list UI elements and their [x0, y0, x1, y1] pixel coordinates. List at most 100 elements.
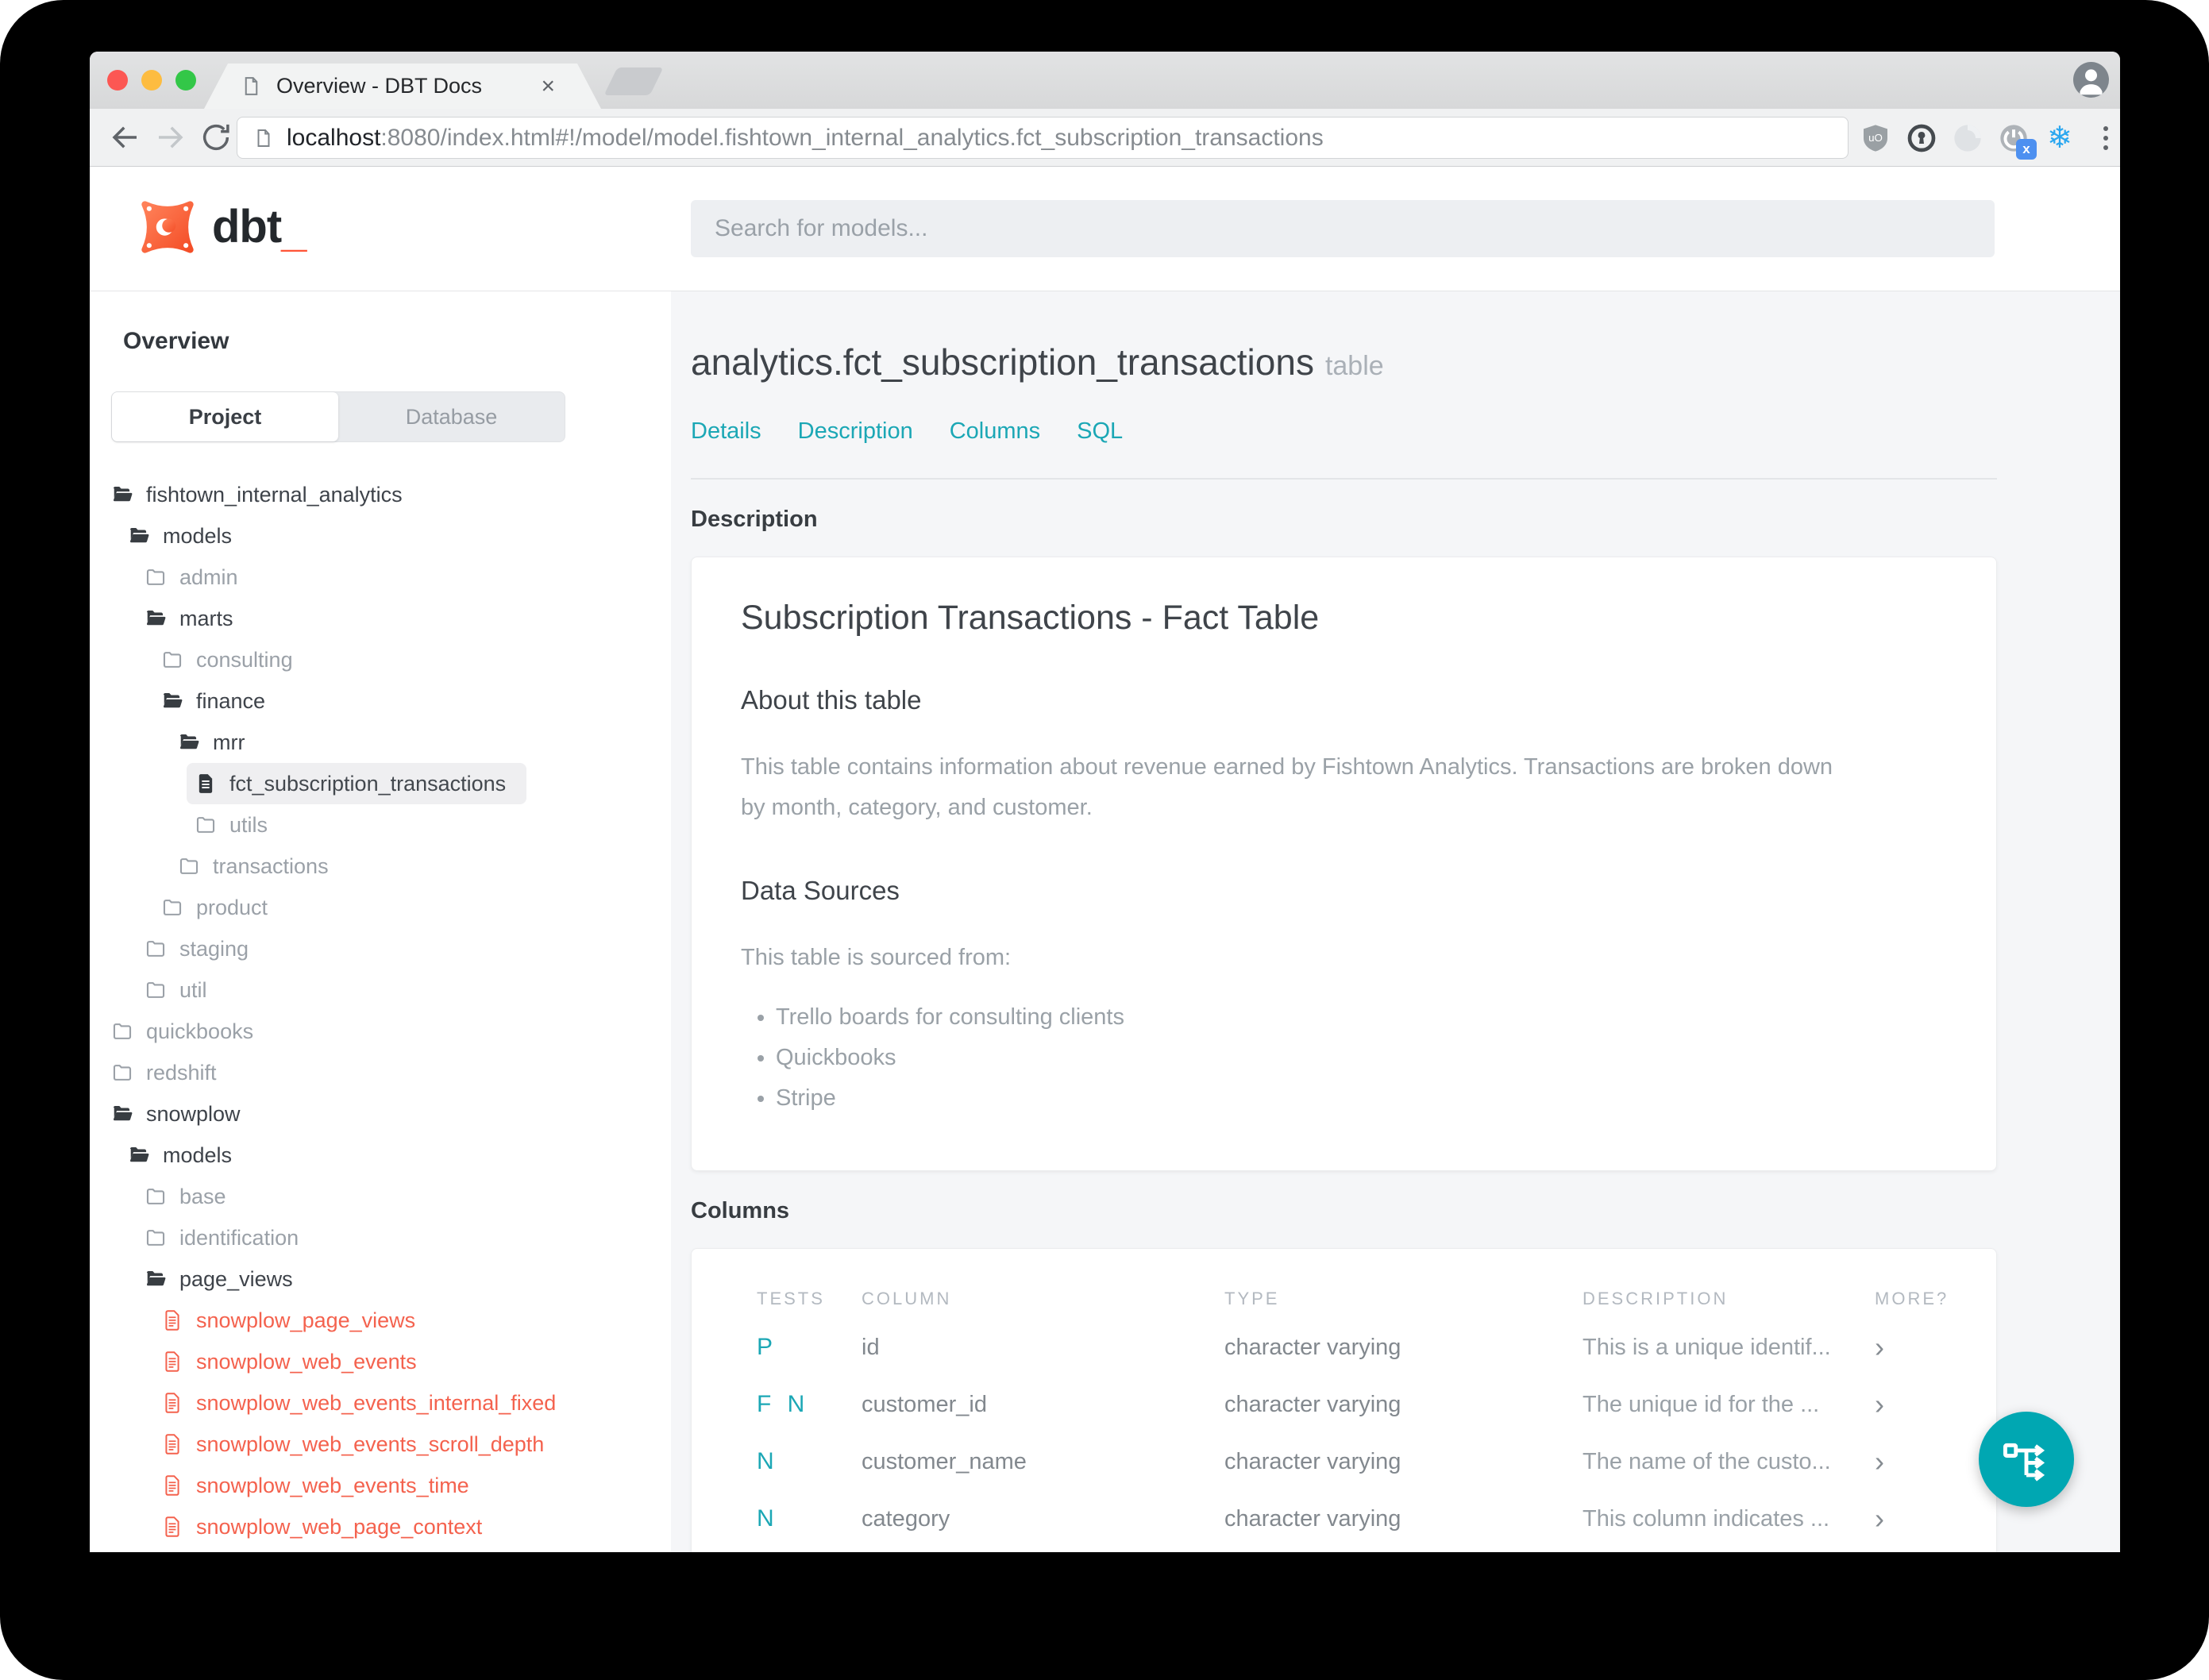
zoom-window-button[interactable] [175, 70, 196, 91]
logo-text: dbt [212, 201, 282, 252]
column-header-description: DESCRIPTION [1583, 1289, 1729, 1309]
tree-item-base[interactable]: base [145, 1176, 247, 1217]
profile-avatar[interactable] [2073, 62, 2109, 98]
table-row-date_month[interactable]: Ndate_monthdateThis column indicates ...… [757, 1547, 1996, 1552]
folder-icon [161, 896, 183, 919]
file-red-icon [161, 1433, 183, 1455]
expand-chevron-icon[interactable]: › [1875, 1447, 1996, 1476]
browser-menu-icon[interactable] [2090, 122, 2120, 154]
tree-item-snowplow_web_events_time[interactable]: snowplow_web_events_time [161, 1465, 490, 1506]
tree-item-utils[interactable]: utils [195, 804, 288, 846]
tree-item-snowplow_page_views[interactable]: snowplow_page_views [161, 1300, 436, 1341]
tree-item-models[interactable]: models [128, 1135, 253, 1176]
tree-item-label: models [163, 1142, 233, 1167]
tree-item-consulting[interactable]: consulting [161, 639, 314, 680]
tree-item-label: quickbooks [146, 1019, 254, 1043]
folder-icon [111, 1020, 133, 1042]
folder-open-icon [161, 690, 183, 712]
browser-tab[interactable]: Overview - DBT Docs × [204, 64, 601, 109]
cell-description: This column indicates ... [1583, 1505, 1830, 1532]
data-source-item: Trello boards for consulting clients [776, 1004, 1947, 1031]
tree-item-snowplow_web_page_context[interactable]: snowplow_web_page_context [161, 1506, 503, 1547]
nav-link-columns[interactable]: Columns [950, 418, 1040, 445]
file-tree: fishtown_internal_analytics models admin ma… [111, 474, 671, 1547]
toggle-tab-project[interactable]: Project [112, 392, 338, 441]
columns-section-label: Columns [691, 1198, 790, 1224]
tree-item-mrr[interactable]: mrr [178, 722, 265, 763]
ublock-badge-text: uO [1868, 132, 1883, 144]
tree-item-fct_subscription_transactions[interactable]: fct_subscription_transactions [187, 763, 527, 804]
table-row-customer_id[interactable]: F N customer_id character varying The uniqu… [757, 1376, 1996, 1433]
nav-link-description[interactable]: Description [798, 418, 913, 445]
tree-item-product[interactable]: product [161, 887, 288, 928]
page-favicon-icon [241, 75, 262, 97]
section-nav: Details Description Columns SQL [691, 418, 2120, 445]
dbt-docs-app: dbt _ Overview ProjectDatabase fishtown_… [90, 167, 2120, 1552]
tree-item-identification[interactable]: identification [145, 1217, 319, 1258]
nav-link-sql[interactable]: SQL [1077, 418, 1123, 445]
url-text: localhost:8080/index.html#!/model/model.… [287, 125, 1324, 152]
folder-icon [111, 1062, 133, 1084]
overview-label[interactable]: Overview [123, 328, 671, 355]
ublock-extension-icon[interactable]: uO [1860, 122, 1891, 154]
tree-item-quickbooks[interactable]: quickbooks [111, 1011, 274, 1052]
tree-item-finance[interactable]: finance [161, 680, 286, 722]
onepassword-extension-icon[interactable] [1906, 122, 1937, 154]
tree-item-util[interactable]: util [145, 969, 228, 1011]
folder-open-icon [145, 1268, 167, 1290]
lineage-graph-icon [2003, 1443, 2045, 1482]
tree-item-marts[interactable]: marts [145, 598, 254, 639]
columns-table-body: Pid character varying This is a unique ide… [757, 1319, 1996, 1552]
search-input[interactable] [691, 200, 1995, 257]
refresh-button-icon[interactable] [199, 121, 233, 154]
description-section-label: Description [691, 507, 818, 532]
tree-item-snowplow[interactable]: snowplow [111, 1093, 261, 1135]
tree-item-transactions[interactable]: transactions [178, 846, 349, 887]
close-window-button[interactable] [107, 70, 128, 91]
tree-item-page_views[interactable]: page_views [145, 1258, 314, 1300]
tree-item-snowplow_web_events[interactable]: snowplow_web_events [161, 1341, 438, 1382]
tree-item-staging[interactable]: staging [145, 928, 269, 969]
tab-close-icon[interactable]: × [541, 74, 555, 98]
expand-chevron-icon[interactable]: › [1875, 1390, 1996, 1419]
folder-open-icon [128, 525, 150, 547]
lineage-graph-fab[interactable] [1979, 1412, 2074, 1507]
dbt-logo[interactable]: dbt _ [137, 197, 306, 265]
file-red-icon [161, 1392, 183, 1414]
table-row-id[interactable]: Pid character varying This is a unique ide… [757, 1319, 1996, 1376]
tree-item-fishtown_internal_analytics[interactable]: fishtown_internal_analytics [111, 474, 423, 515]
tree-item-label: util [179, 977, 207, 1002]
column-header-tests: TESTS [757, 1289, 825, 1309]
tree-item-snowplow_web_events_scroll_depth[interactable]: snowplow_web_events_scroll_depth [161, 1424, 565, 1465]
screenshot-canvas: Overview - DBT Docs × localhost:8080/ind… [0, 0, 2209, 1680]
back-button-icon[interactable] [109, 121, 142, 154]
traffic-lights [107, 70, 196, 91]
url-bar[interactable]: localhost:8080/index.html#!/model/model.… [237, 117, 1849, 159]
browser-window: Overview - DBT Docs × localhost:8080/ind… [90, 52, 2120, 1552]
power-extension-icon[interactable]: x [1998, 122, 2037, 160]
url-host: localhost [287, 124, 381, 151]
expand-chevron-icon[interactable]: › [1875, 1505, 1996, 1533]
new-tab-button[interactable] [603, 67, 664, 95]
tree-item-label: utils [229, 812, 268, 837]
toggle-tab-database[interactable]: Database [338, 392, 565, 441]
table-row-category[interactable]: Ncategory character varying This column in… [757, 1490, 1996, 1547]
forward-button-icon[interactable] [153, 121, 187, 154]
expand-chevron-icon[interactable]: › [1875, 1333, 1996, 1362]
power-extension-badge: x [2016, 138, 2037, 160]
tree-item-models[interactable]: models [128, 515, 253, 557]
table-row-customer_name[interactable]: Ncustomer_name character varying The name … [757, 1433, 1996, 1490]
snowflake-extension-icon[interactable]: ❄ [2044, 122, 2076, 154]
description-card: Subscription Transactions - Fact Table A… [691, 557, 1997, 1172]
cell-tests: N [757, 1448, 779, 1475]
minimize-window-button[interactable] [141, 70, 162, 91]
folder-open-icon [111, 1103, 133, 1125]
tree-item-snowplow_web_events_internal_fixed[interactable]: snowplow_web_events_internal_fixed [161, 1382, 576, 1424]
tree-item-admin[interactable]: admin [145, 557, 259, 598]
nav-link-details[interactable]: Details [691, 418, 761, 445]
browser-toolbar: localhost:8080/index.html#!/model/model.… [90, 109, 2120, 167]
grey-swirl-extension-icon[interactable] [1952, 122, 1983, 154]
project-database-toggle: Project Database [111, 391, 565, 442]
tree-item-redshift[interactable]: redshift [111, 1052, 237, 1093]
data-source-item: Quickbooks [776, 1045, 1947, 1071]
